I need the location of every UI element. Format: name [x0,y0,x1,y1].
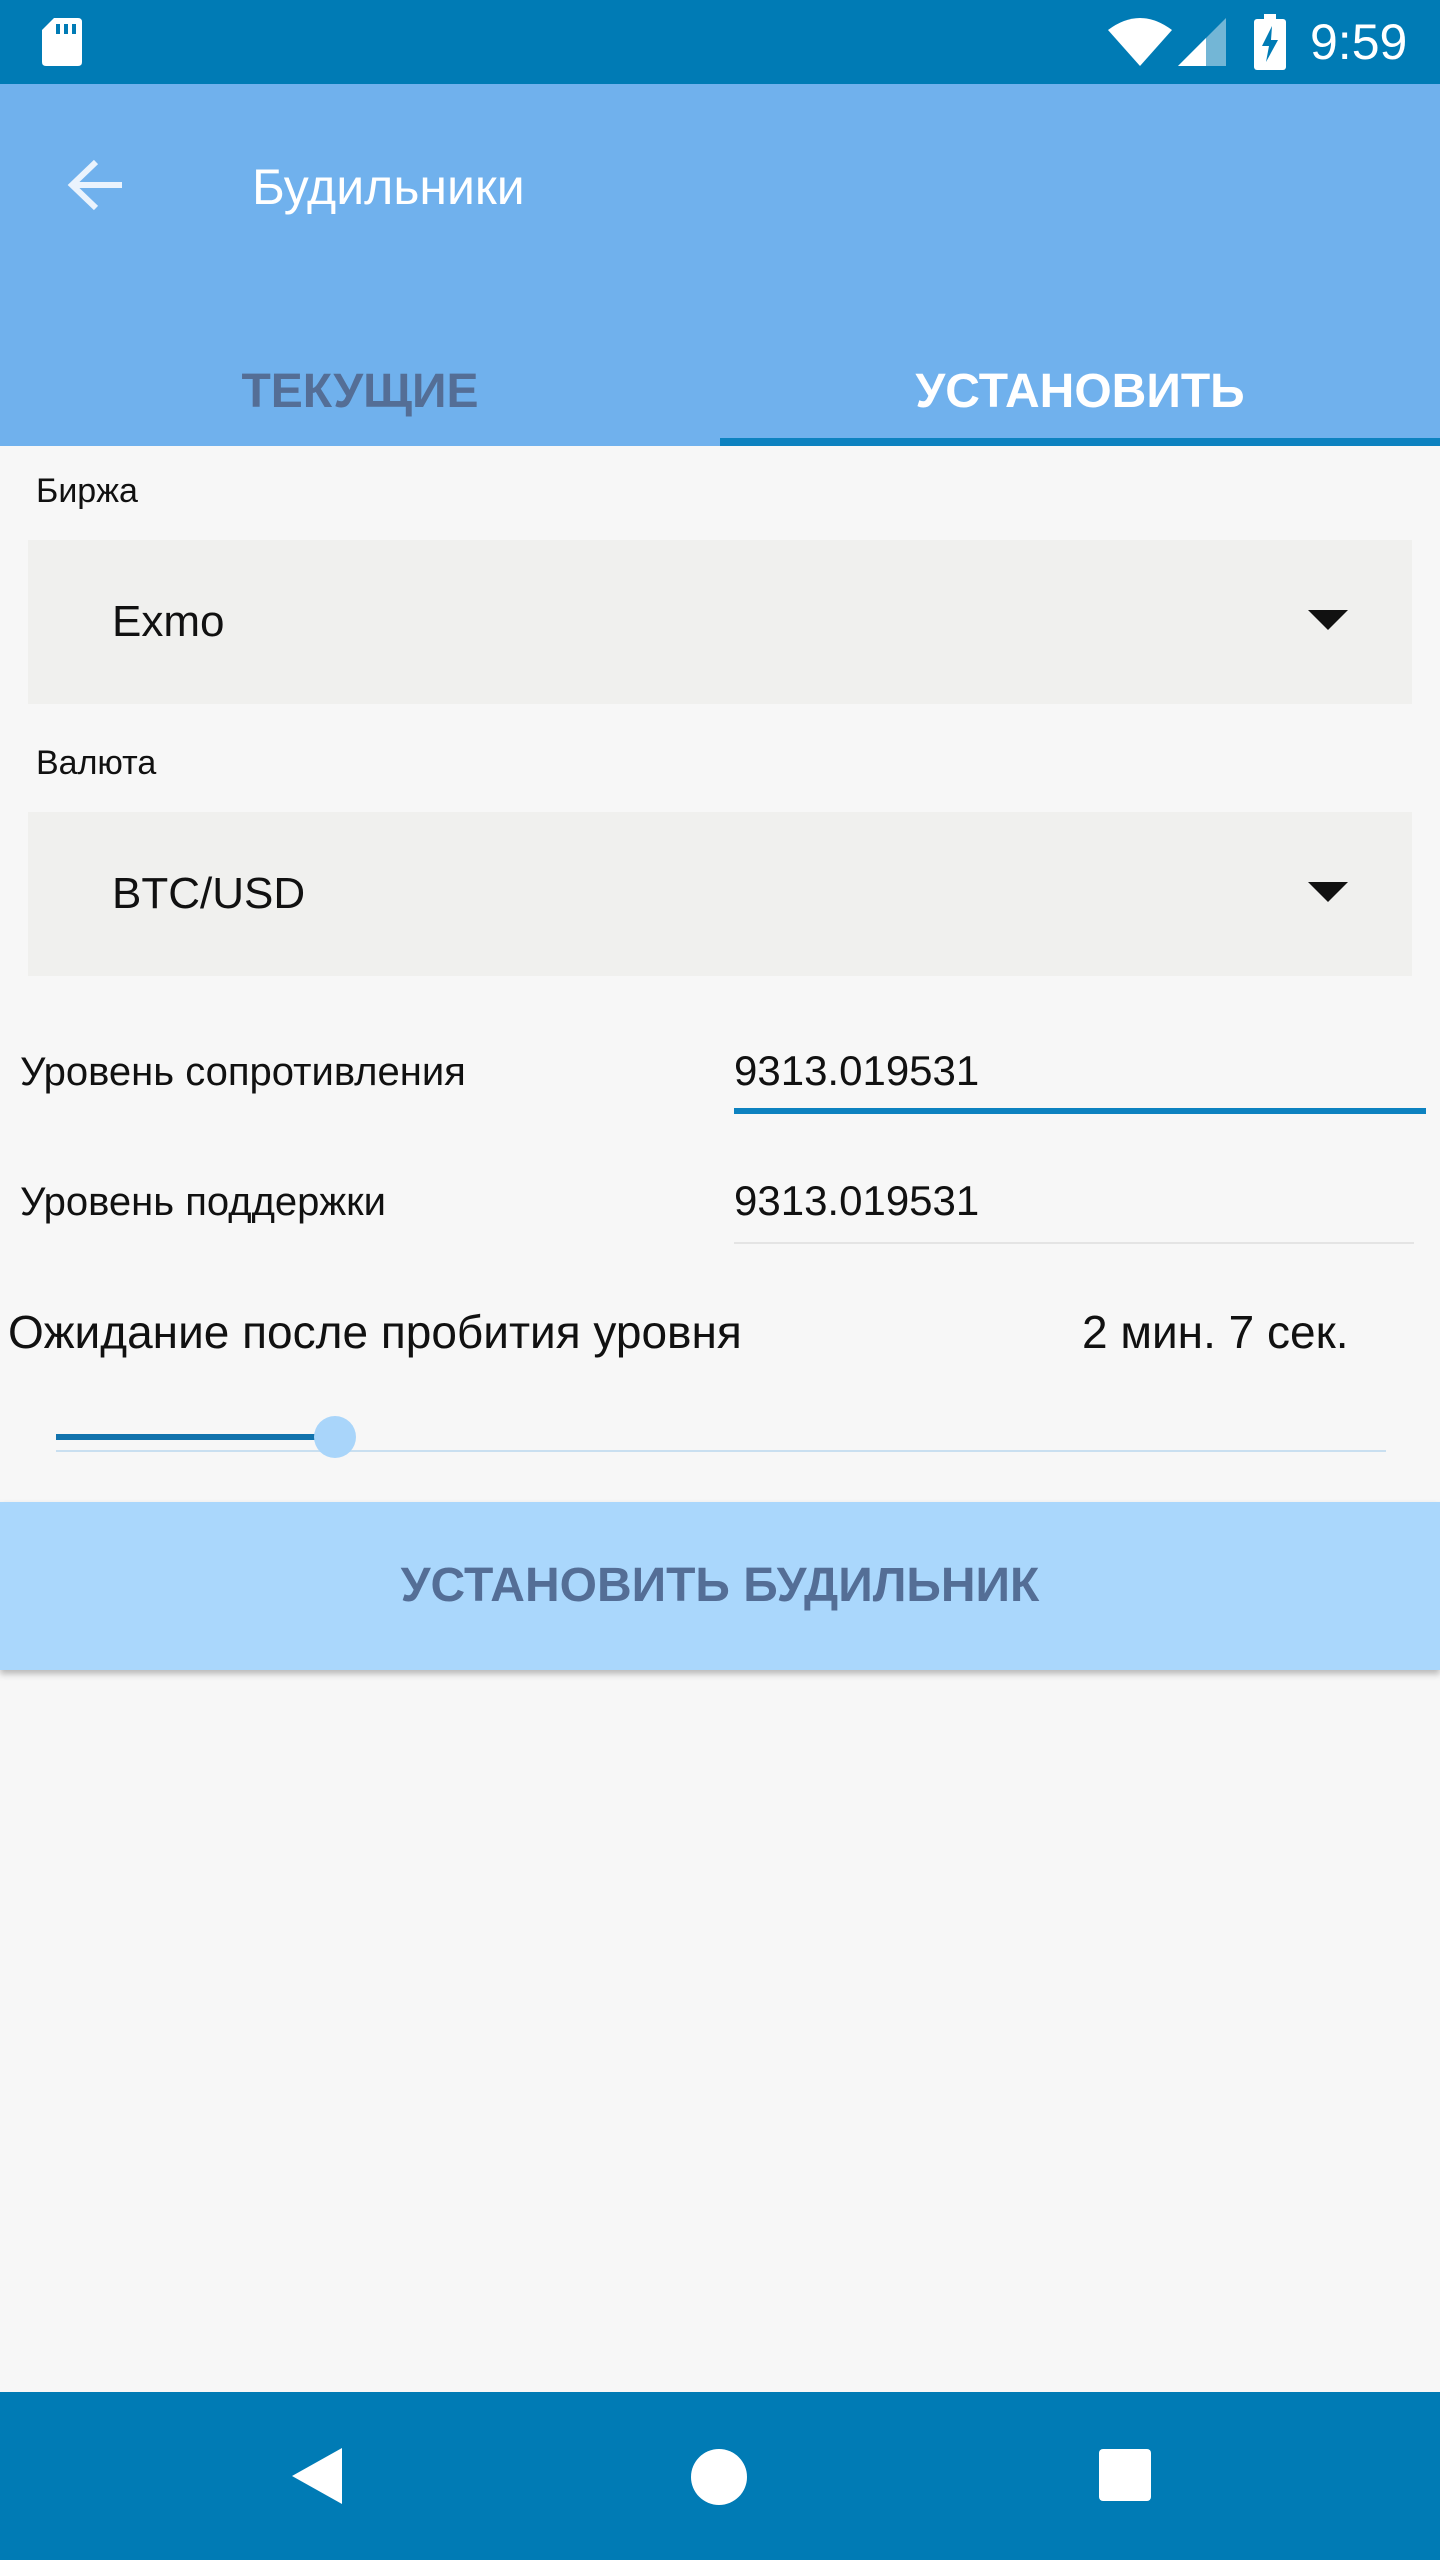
slider-track [56,1450,1386,1452]
currency-label: Валюта [36,744,157,782]
arrow-left-icon[interactable] [62,150,132,220]
resistance-label: Уровень сопротивления [20,1050,466,1094]
page-title: Будильники [252,159,525,215]
app-bar: Будильники ТЕКУЩИЕ УСТАНОВИТЬ [0,84,1440,446]
wait-label: Ожидание после пробития уровня [8,1306,742,1358]
nav-recents-icon[interactable] [1098,2448,1152,2502]
tab-set-label: УСТАНОВИТЬ [915,365,1245,418]
status-bar: 9:59 [0,0,1440,84]
dropdown-arrow-icon [1308,882,1348,902]
nav-home-icon[interactable] [690,2448,748,2506]
tab-set[interactable]: УСТАНОВИТЬ [720,328,1440,446]
currency-value: BTC/USD [112,869,306,918]
battery-charging-icon [1254,14,1286,70]
exchange-label: Биржа [36,472,138,510]
navigation-bar [0,2392,1440,2560]
tab-current-label: ТЕКУЩИЕ [241,365,479,418]
exchange-dropdown[interactable]: Exmo [28,540,1412,704]
support-input[interactable]: 9313.019531 [734,1166,1414,1244]
dropdown-arrow-icon [1308,610,1348,630]
exchange-value: Exmo [112,597,225,646]
slider-thumb[interactable] [314,1416,356,1458]
support-label: Уровень поддержки [20,1180,386,1224]
status-clock: 9:59 [1310,14,1408,70]
resistance-input[interactable]: 9313.019531 [734,1036,1426,1114]
wait-value: 2 мин. 7 сек. [1082,1306,1349,1358]
currency-dropdown[interactable]: BTC/USD [28,812,1412,976]
wait-slider[interactable] [56,1410,1386,1470]
tab-indicator [720,438,1440,446]
sd-card-icon [42,18,82,66]
signal-icon [1178,18,1226,66]
nav-back-icon[interactable] [288,2444,348,2508]
tab-current[interactable]: ТЕКУЩИЕ [0,328,720,446]
wifi-icon [1108,18,1172,66]
slider-fill [56,1434,335,1440]
set-alarm-button[interactable]: УСТАНОВИТЬ БУДИЛЬНИК [0,1502,1440,1670]
